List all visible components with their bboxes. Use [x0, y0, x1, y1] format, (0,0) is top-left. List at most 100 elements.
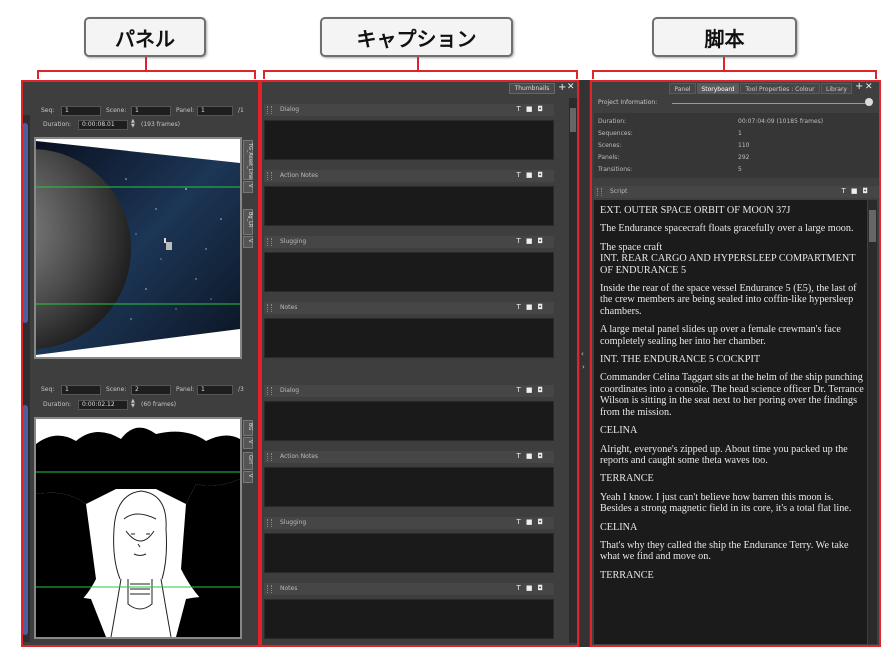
tab-storyboard[interactable]: Storyboard: [697, 83, 739, 94]
layer-visibility-icon[interactable]: V: [243, 181, 253, 193]
scene-field[interactable]: 2: [131, 385, 171, 395]
caption-slugging-header: Slugging T■◘: [264, 517, 554, 529]
caption-action-notes-field[interactable]: [264, 467, 554, 507]
clear-icon[interactable]: ■: [526, 105, 538, 113]
collapse-icon[interactable]: [865, 98, 873, 106]
caption-notes-field[interactable]: [264, 599, 554, 639]
layer-visibility-icon[interactable]: V: [243, 471, 253, 483]
info-row-scenes: Scenes: 110: [598, 142, 750, 149]
text-format-icon[interactable]: T: [517, 105, 526, 113]
panel-scrollbar[interactable]: [21, 115, 30, 642]
panel-field[interactable]: 1: [197, 106, 233, 116]
duration-field[interactable]: 0:00:08.01: [78, 120, 128, 130]
script-scrollbar[interactable]: [868, 200, 877, 644]
caption-action-notes-field[interactable]: [264, 186, 554, 226]
expand-icon[interactable]: ◘: [537, 237, 548, 245]
layer-tab-girl[interactable]: Girl: [243, 452, 253, 470]
script-paragraph: The Endurance spacecraft floats graceful…: [600, 223, 854, 235]
script-paragraph: TERRANCE: [600, 473, 654, 485]
clear-icon[interactable]: ■: [526, 303, 538, 311]
caption-dialog-field[interactable]: [264, 120, 554, 160]
duration-spinner-icon[interactable]: ▲ ▼: [131, 399, 135, 409]
text-format-icon[interactable]: T: [517, 518, 526, 526]
project-info-table: Duration: 00:07:04:09 (10185 frames) Sequ…: [594, 113, 879, 178]
close-view-icon[interactable]: ✕: [567, 82, 575, 93]
clear-icon[interactable]: ■: [526, 452, 538, 460]
expand-icon[interactable]: ◘: [537, 518, 548, 526]
view-splitter[interactable]: ‹ ›: [580, 80, 589, 647]
caption-slugging-header: Slugging T■◘: [264, 236, 554, 248]
expand-icon[interactable]: ◘: [537, 584, 548, 592]
script-paragraph: Alright, everyone's zipped up. About tim…: [600, 443, 848, 466]
script-paragraph: Commander Celina Taggart sits at the hel…: [600, 372, 864, 418]
add-view-icon[interactable]: +: [558, 82, 566, 93]
layer-tab-bg[interactable]: BG: [243, 420, 253, 436]
expand-icon[interactable]: ◘: [537, 303, 548, 311]
script-paragraph: A large metal panel slides up over a fem…: [600, 324, 841, 347]
text-format-icon[interactable]: T: [517, 171, 526, 179]
expand-icon[interactable]: ◘: [537, 105, 548, 113]
seq-label: Seq:: [41, 107, 55, 114]
panel-total: /1: [238, 107, 244, 114]
caption-notes-header: Notes T■◘: [264, 583, 554, 595]
expand-icon[interactable]: ◘: [537, 386, 548, 394]
tab-thumbnails[interactable]: Thumbnails: [509, 83, 555, 94]
frames-count: (193 frames): [141, 121, 180, 128]
duration-label: Duration:: [43, 401, 72, 408]
info-row-transitions: Transitions: 5: [598, 166, 742, 173]
text-format-icon[interactable]: T: [842, 187, 851, 195]
tab-panel[interactable]: Panel: [669, 83, 696, 94]
panel-1-image[interactable]: [34, 137, 242, 359]
close-view-icon[interactable]: ✕: [865, 82, 873, 92]
collapse-left-icon[interactable]: ‹: [581, 350, 584, 358]
clear-icon[interactable]: ■: [526, 171, 538, 179]
expand-icon[interactable]: ◘: [862, 187, 873, 195]
clear-icon[interactable]: ■: [526, 518, 538, 526]
script-paragraph: INT. REAR CARGO AND HYPERSLEEP COMPARTME…: [600, 253, 856, 276]
duration-spinner-icon[interactable]: ▲ ▼: [131, 119, 135, 129]
clear-icon[interactable]: ■: [526, 237, 538, 245]
text-format-icon[interactable]: T: [517, 452, 526, 460]
clear-icon[interactable]: ■: [851, 187, 863, 195]
seq-field[interactable]: 1: [61, 385, 101, 395]
callout-panel-line: [145, 57, 147, 71]
scene-field[interactable]: 1: [131, 106, 171, 116]
text-format-icon[interactable]: T: [517, 386, 526, 394]
layer-visibility-icon[interactable]: V: [243, 236, 253, 248]
layer-visibility-icon[interactable]: V: [243, 437, 253, 449]
callout-panel: パネル: [84, 17, 206, 57]
frames-count: (60 frames): [141, 401, 177, 408]
caption-slugging-field[interactable]: [264, 533, 554, 573]
text-format-icon[interactable]: T: [517, 237, 526, 245]
layer-tab-tg-asset-line[interactable]: TG_Asset_Line: [243, 140, 253, 180]
panel-2-image[interactable]: [34, 417, 242, 639]
script-bracket: [592, 70, 877, 79]
caption-dialog-field[interactable]: [264, 401, 554, 441]
text-format-icon[interactable]: T: [517, 584, 526, 592]
info-row-panels: Panels: 292: [598, 154, 750, 161]
thumbnails-scrollbar[interactable]: [569, 98, 577, 643]
caption-dialog-header: Dialog T■◘: [264, 104, 554, 116]
tab-tool-properties[interactable]: Tool Properties : Colour: [740, 83, 820, 94]
script-paragraph: The space craft: [600, 241, 663, 253]
script-paragraph: EXT. OUTER SPACE ORBIT OF MOON 37J: [600, 205, 791, 216]
panel-field[interactable]: 1: [197, 385, 233, 395]
clear-icon[interactable]: ■: [526, 386, 538, 394]
script-paragraph: CELINA: [600, 521, 638, 533]
captions-column: Dialog T■◘ Action Notes T■◘ Slugging T■◘ No…: [264, 104, 554, 644]
layer-tab-bg-lr[interactable]: Bg_LR: [243, 209, 253, 235]
caption-notes-field[interactable]: [264, 318, 554, 358]
expand-icon[interactable]: ◘: [537, 452, 548, 460]
duration-field[interactable]: 0:00:02.12: [78, 400, 128, 410]
script-text[interactable]: EXT. OUTER SPACE ORBIT OF MOON 37J The E…: [600, 205, 866, 640]
add-view-icon[interactable]: +: [855, 81, 863, 92]
caption-slugging-field[interactable]: [264, 252, 554, 292]
caption-notes-header: Notes T■◘: [264, 302, 554, 314]
seq-field[interactable]: 1: [61, 106, 101, 116]
collapse-right-icon[interactable]: ›: [582, 363, 585, 371]
tab-library[interactable]: Library: [821, 83, 852, 94]
clear-icon[interactable]: ■: [526, 584, 538, 592]
text-format-icon[interactable]: T: [517, 303, 526, 311]
script-paragraph: Yeah I know. I just can't believe how ba…: [600, 491, 852, 515]
expand-icon[interactable]: ◘: [537, 171, 548, 179]
